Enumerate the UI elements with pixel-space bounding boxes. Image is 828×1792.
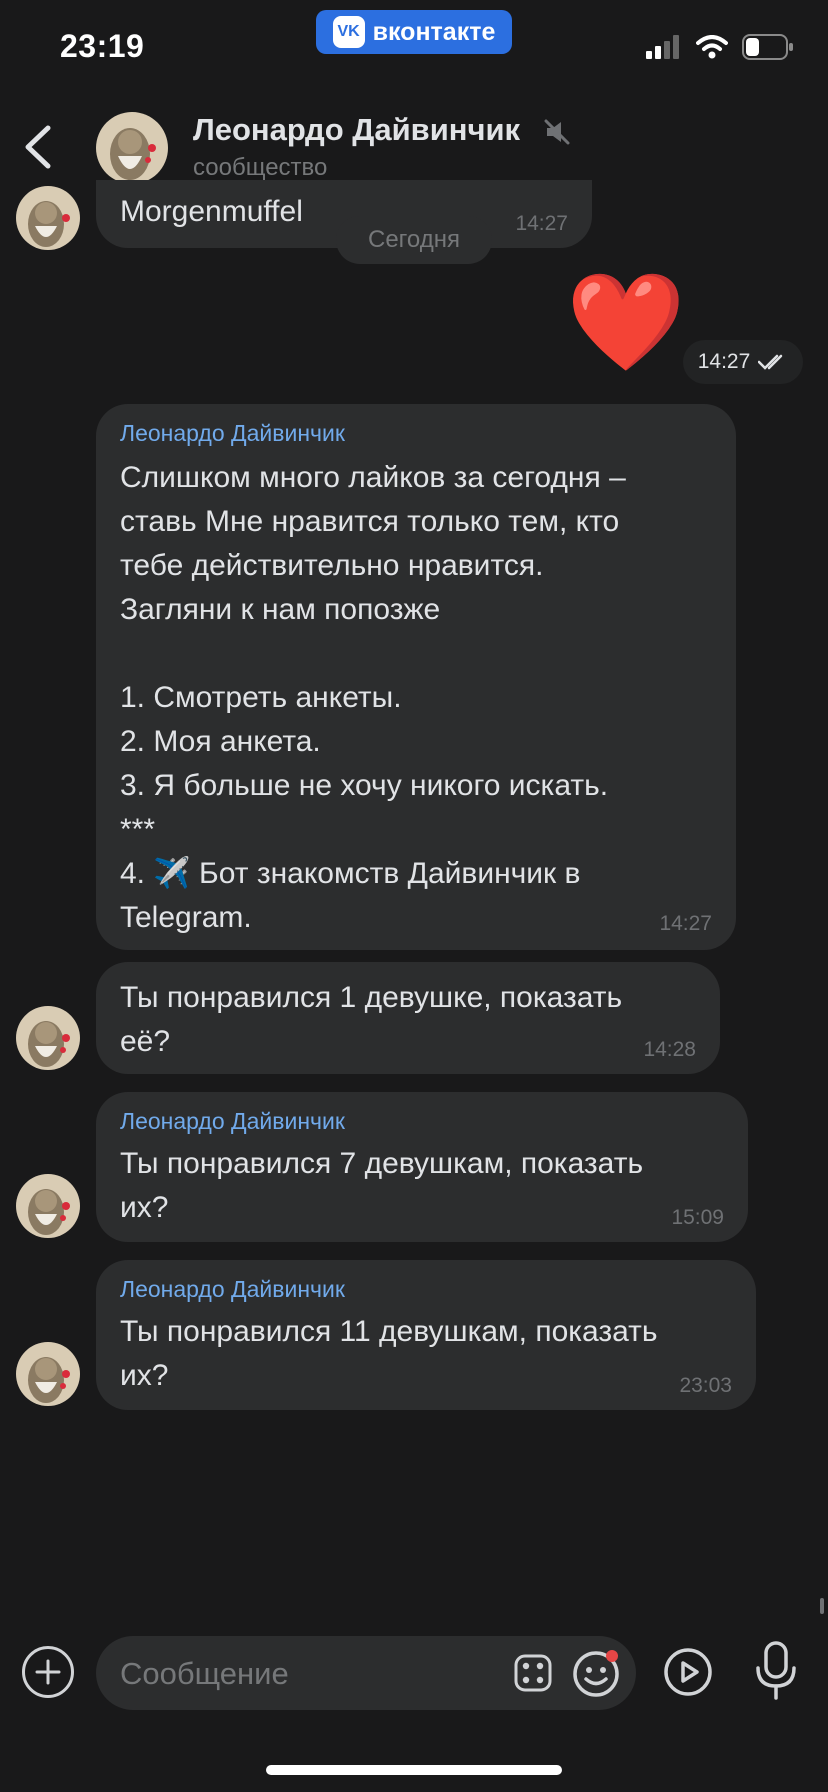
message-bubble[interactable]: Ты понравился 1 девушке, показать её? 14… [96, 962, 720, 1074]
battery-icon [742, 34, 793, 60]
message-sender: Леонардо Дайвинчик [120, 1276, 345, 1302]
smiley-icon[interactable] [570, 1646, 624, 1700]
double-check-icon [758, 354, 783, 370]
vk-logo-icon: VK [332, 16, 365, 48]
message-time: 14:27 [697, 350, 751, 373]
message-time: 14:28 [643, 1038, 696, 1061]
chat-title[interactable]: Леонардо Дайвинчик [193, 112, 520, 148]
sender-avatar[interactable] [16, 186, 80, 250]
message-sender: Леонардо Дайвинчик [120, 1108, 345, 1134]
play-circle-icon[interactable] [662, 1646, 714, 1698]
speaker-muted-icon [544, 119, 570, 145]
menu-option[interactable]: 3. Я больше не хочу никого искать. [120, 764, 626, 808]
sender-avatar[interactable] [16, 1342, 80, 1406]
message-input[interactable]: Сообщение [96, 1636, 636, 1710]
wifi-icon [696, 35, 728, 59]
menu-option[interactable]: 2. Моя анкета. [120, 720, 626, 764]
message-text: Morgenmuffel [120, 195, 303, 228]
status-time: 23:19 [60, 28, 145, 64]
message-sender: Леонардо Дайвинчик [120, 420, 345, 446]
vk-app-badge[interactable]: VK вконтакте [316, 10, 512, 54]
cellular-signal-icon [646, 35, 679, 59]
sender-avatar[interactable] [16, 1006, 80, 1070]
date-divider: Сегодня [336, 216, 492, 264]
message-time: 14:27 [515, 212, 568, 235]
heart-emoji-message[interactable]: ❤️ [566, 268, 686, 378]
menu-option[interactable]: 4. ✈️ Бот знакомств Дайвинчик в [120, 852, 626, 896]
message-time: 14:27 [659, 912, 712, 935]
message-bubble[interactable]: Леонардо Дайвинчик Ты понравился 7 девуш… [96, 1092, 748, 1242]
scrollbar[interactable] [820, 1598, 824, 1614]
plus-icon [35, 1659, 61, 1685]
vk-badge-label: вконтакте [372, 17, 496, 46]
message-bubble[interactable]: Леонардо Дайвинчик Слишком много лайков … [96, 404, 736, 950]
message-text: Ты понравился 1 девушке, показать её? [120, 981, 623, 1058]
attach-button[interactable] [22, 1646, 74, 1698]
microphone-icon[interactable] [752, 1640, 800, 1702]
chat-subtitle: сообщество [193, 154, 328, 181]
message-text: Ты понравился 11 девушкам, показать их? [120, 1315, 658, 1392]
home-indicator[interactable] [266, 1765, 562, 1775]
status-icons [646, 34, 794, 60]
message-time: 15:09 [671, 1206, 724, 1229]
sender-avatar[interactable] [16, 1174, 80, 1238]
outgoing-time-badge: 14:27 [683, 340, 803, 384]
message-text: Слишком много лайков за сегодня – ставь … [120, 461, 626, 934]
back-chevron-icon[interactable] [18, 122, 58, 172]
message-text: Ты понравился 7 девушкам, показать их? [120, 1147, 644, 1224]
message-placeholder: Сообщение [120, 1656, 289, 1691]
menu-option[interactable]: 1. Смотреть анкеты. [120, 676, 626, 720]
community-avatar[interactable] [96, 112, 168, 184]
dice-icon[interactable] [514, 1654, 552, 1692]
message-bubble[interactable]: Леонардо Дайвинчик Ты понравился 11 деву… [96, 1260, 756, 1410]
message-time: 23:03 [679, 1374, 732, 1397]
